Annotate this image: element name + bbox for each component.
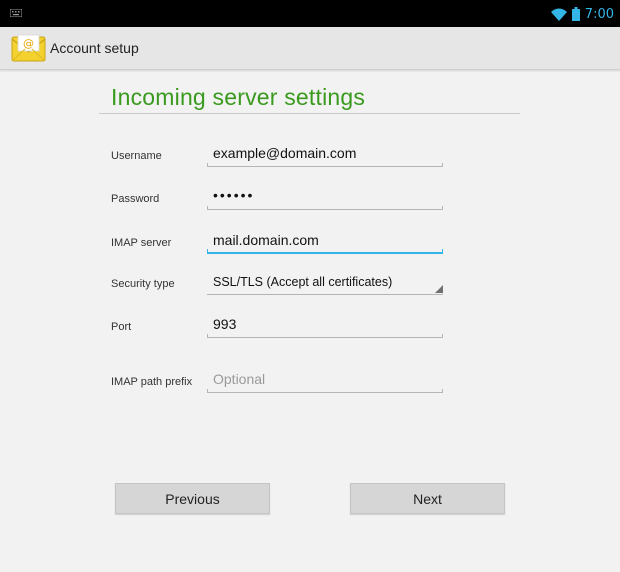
keyboard-icon xyxy=(10,9,22,17)
security-type-value: SSL/TLS (Accept all certificates) xyxy=(213,275,393,289)
username-value: example@domain.com xyxy=(213,145,357,161)
imap-server-label: IMAP server xyxy=(111,237,172,249)
security-type-label: Security type xyxy=(111,278,175,290)
imap-path-prefix-label: IMAP path prefix xyxy=(111,376,193,388)
page-title: Incoming server settings xyxy=(111,84,366,110)
imap-server-input[interactable]: mail.domain.com xyxy=(207,232,443,254)
action-bar-title: Account setup xyxy=(50,40,139,56)
imap-path-prefix-placeholder: Optional xyxy=(213,371,266,387)
wifi-icon xyxy=(550,8,567,21)
status-icons: 7:00 xyxy=(550,4,614,24)
imap-server-value: mail.domain.com xyxy=(213,232,319,248)
previous-button[interactable]: Previous xyxy=(115,483,270,514)
next-button[interactable]: Next xyxy=(350,483,505,514)
email-app-icon[interactable]: @ xyxy=(11,33,46,63)
password-label: Password xyxy=(111,193,160,205)
username-input[interactable]: example@domain.com xyxy=(207,145,443,167)
username-label: Username xyxy=(111,150,162,162)
imap-path-prefix-input[interactable]: Optional xyxy=(207,371,443,393)
svg-text:@: @ xyxy=(23,37,34,50)
port-label: Port xyxy=(111,321,132,333)
password-value: •••••• xyxy=(213,187,255,203)
status-bar: 7:00 xyxy=(0,0,620,27)
security-type-select[interactable]: SSL/TLS (Accept all certificates) xyxy=(207,273,443,295)
action-bar: @ Account setup xyxy=(0,27,620,70)
port-value: 993 xyxy=(213,316,237,332)
status-time: 7:00 xyxy=(584,6,614,22)
password-input[interactable]: •••••• xyxy=(207,187,443,210)
dropdown-arrow-icon xyxy=(435,285,443,293)
title-divider xyxy=(99,113,520,114)
battery-icon xyxy=(571,7,580,21)
port-input[interactable]: 993 xyxy=(207,316,443,338)
